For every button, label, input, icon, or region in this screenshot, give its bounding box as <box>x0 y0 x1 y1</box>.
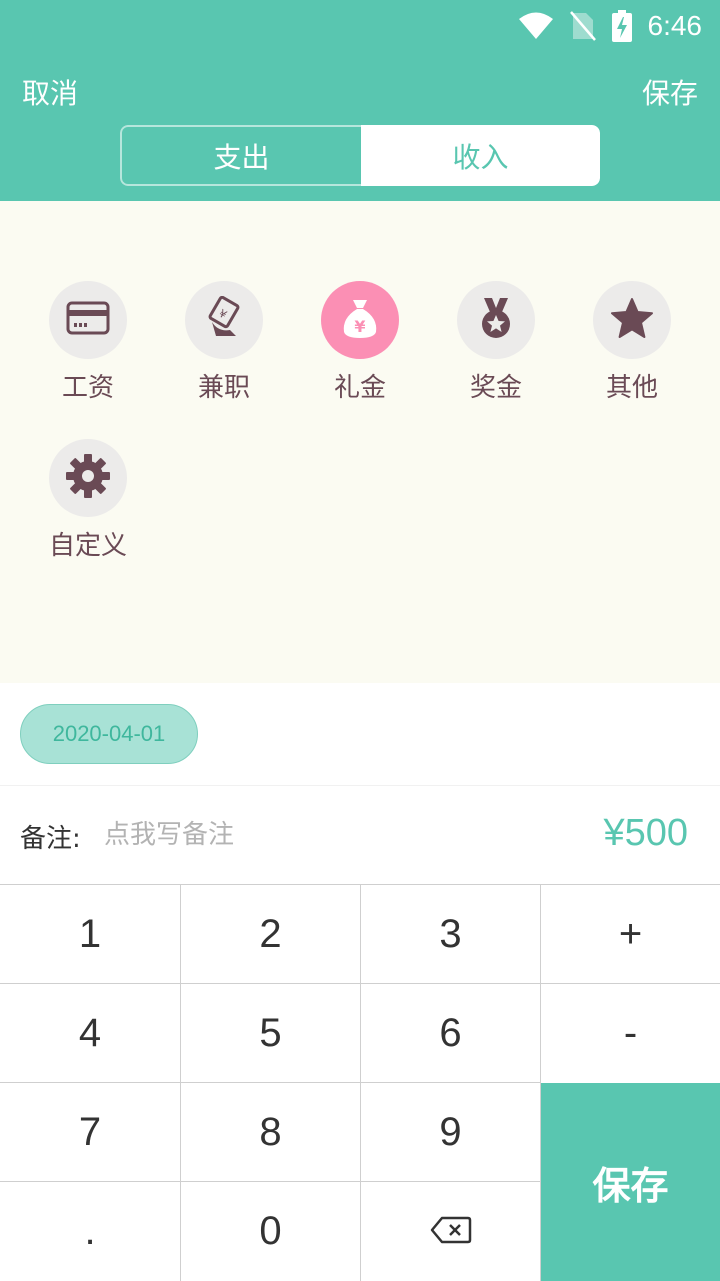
key-8[interactable]: 8 <box>181 1083 361 1182</box>
note-row: 备注: ¥500 <box>0 786 720 884</box>
category-part-time[interactable]: ¥ 兼职 <box>164 281 284 404</box>
date-row: 2020-04-01 <box>0 683 720 786</box>
money-bag-icon: ¥ <box>338 296 382 344</box>
category-label: 自定义 <box>49 525 127 562</box>
category-icon-bg <box>593 281 671 359</box>
category-grid: 工资 ¥ 兼职 ¥ 礼金 <box>0 201 720 683</box>
clock: 6:46 <box>648 10 703 42</box>
category-label: 其他 <box>606 367 658 404</box>
wifi-icon <box>518 12 554 40</box>
key-9[interactable]: 9 <box>361 1083 541 1182</box>
category-icon-bg: ¥ <box>321 281 399 359</box>
key-6[interactable]: 6 <box>361 984 541 1083</box>
part-time-hand-icon: ¥ <box>204 296 244 344</box>
card-icon <box>66 301 110 339</box>
gear-icon <box>64 452 112 504</box>
key-dot[interactable]: . <box>0 1182 181 1281</box>
medal-icon <box>476 296 516 344</box>
keypad-save-button[interactable]: 保存 <box>541 1083 720 1281</box>
svg-text:¥: ¥ <box>354 317 365 336</box>
status-bar: 6:46 <box>518 0 720 52</box>
amount-display: ¥500 <box>603 812 688 855</box>
key-minus[interactable]: - <box>541 984 720 1083</box>
category-label: 工资 <box>62 367 114 404</box>
star-icon <box>610 297 654 343</box>
backspace-key[interactable] <box>361 1182 541 1281</box>
category-label: 兼职 <box>198 367 250 404</box>
save-button[interactable]: 保存 <box>642 72 698 112</box>
category-icon-bg <box>457 281 535 359</box>
type-toggle: 支出 收入 <box>120 125 600 186</box>
key-0[interactable]: 0 <box>181 1182 361 1281</box>
keypad: 1 2 3 + 4 5 6 - 7 8 9 . 0 保存 <box>0 884 720 1280</box>
category-label: 礼金 <box>334 367 386 404</box>
backspace-icon <box>430 1209 472 1254</box>
cancel-button[interactable]: 取消 <box>22 72 78 112</box>
key-plus[interactable]: + <box>541 885 720 984</box>
category-bonus[interactable]: 奖金 <box>436 281 556 404</box>
svg-text:¥: ¥ <box>216 307 229 322</box>
key-5[interactable]: 5 <box>181 984 361 1083</box>
note-label: 备注: <box>20 818 81 855</box>
tab-expense[interactable]: 支出 <box>120 125 361 186</box>
date-picker-button[interactable]: 2020-04-01 <box>20 704 198 764</box>
category-icon-bg <box>49 281 127 359</box>
key-2[interactable]: 2 <box>181 885 361 984</box>
key-4[interactable]: 4 <box>0 984 181 1083</box>
note-input[interactable] <box>104 810 504 860</box>
category-icon-bg <box>49 439 127 517</box>
key-7[interactable]: 7 <box>0 1083 181 1182</box>
no-sim-icon <box>570 11 596 41</box>
tab-income[interactable]: 收入 <box>361 125 600 186</box>
category-label: 奖金 <box>470 367 522 404</box>
category-salary[interactable]: 工资 <box>28 281 148 404</box>
key-3[interactable]: 3 <box>361 885 541 984</box>
key-1[interactable]: 1 <box>0 885 181 984</box>
header: 6:46 取消 保存 支出 收入 <box>0 0 720 201</box>
category-custom[interactable]: 自定义 <box>28 439 148 562</box>
battery-charging-icon <box>612 10 632 42</box>
category-gift-money[interactable]: ¥ 礼金 <box>300 281 420 404</box>
category-other[interactable]: 其他 <box>572 281 692 404</box>
category-icon-bg: ¥ <box>185 281 263 359</box>
